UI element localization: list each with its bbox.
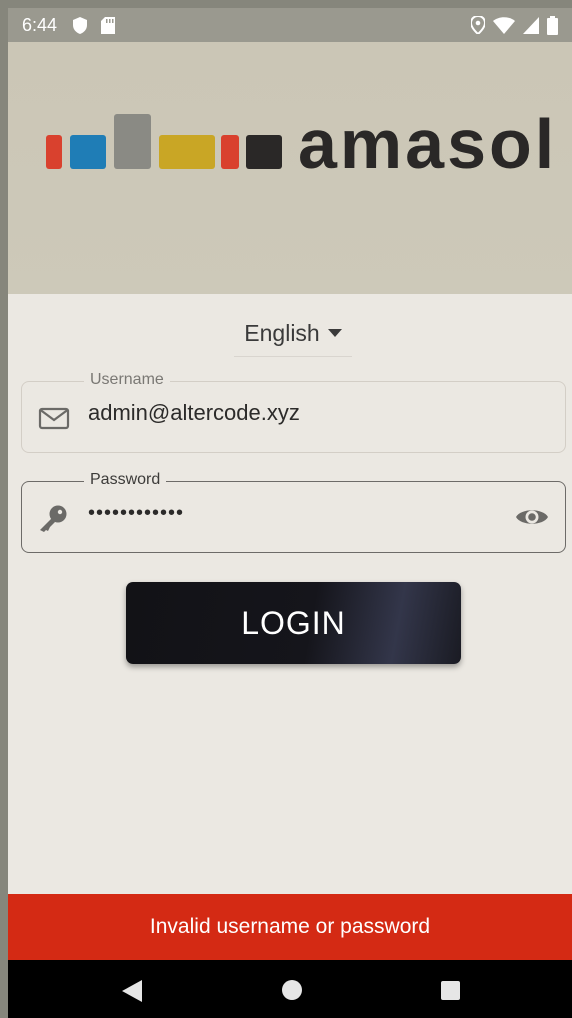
logo-block-3 xyxy=(114,114,151,169)
logo-block-4 xyxy=(159,135,215,169)
language-label: English xyxy=(244,319,320,346)
mail-icon xyxy=(38,407,70,430)
logo-block-6 xyxy=(246,135,282,169)
password-label: Password xyxy=(84,471,167,489)
status-bar: 6:44 xyxy=(8,8,572,42)
status-left-icons xyxy=(73,16,116,34)
password-input[interactable]: •••••••••••• xyxy=(88,502,184,525)
username-field[interactable]: Username admin@altercode.xyz xyxy=(21,371,566,453)
error-snackbar: Invalid username or password xyxy=(8,894,572,960)
logo-block-1 xyxy=(46,135,62,169)
status-right-icons xyxy=(471,15,558,35)
wifi-icon xyxy=(493,16,515,34)
logo-blocks xyxy=(46,114,282,169)
language-dropdown[interactable]: English xyxy=(234,310,352,357)
caret-down-icon xyxy=(327,329,342,337)
logo-block-2 xyxy=(70,135,106,169)
navigation-bar xyxy=(8,960,572,1018)
logo-text: amasol xyxy=(298,105,558,183)
status-time: 6:44 xyxy=(22,14,58,35)
logo-block-5 xyxy=(221,135,239,169)
error-message: Invalid username or password xyxy=(149,915,431,938)
key-icon xyxy=(40,505,67,532)
header-banner: amasol xyxy=(8,42,572,294)
home-icon[interactable] xyxy=(282,980,302,1000)
sd-card-icon xyxy=(101,16,116,34)
login-button[interactable]: LOGIN xyxy=(126,582,461,664)
app-screen: 6:44 amasol English Username admin@alter… xyxy=(8,8,572,1018)
recents-icon[interactable] xyxy=(441,981,460,1000)
battery-icon xyxy=(547,15,558,35)
password-field[interactable]: Password •••••••••••• xyxy=(21,471,566,553)
back-icon[interactable] xyxy=(122,980,142,1002)
eye-icon[interactable] xyxy=(515,504,549,530)
username-input[interactable]: admin@altercode.xyz xyxy=(88,400,300,426)
shield-icon xyxy=(73,16,88,34)
signal-icon xyxy=(523,16,539,34)
location-icon xyxy=(471,16,485,34)
username-label: Username xyxy=(84,371,170,389)
